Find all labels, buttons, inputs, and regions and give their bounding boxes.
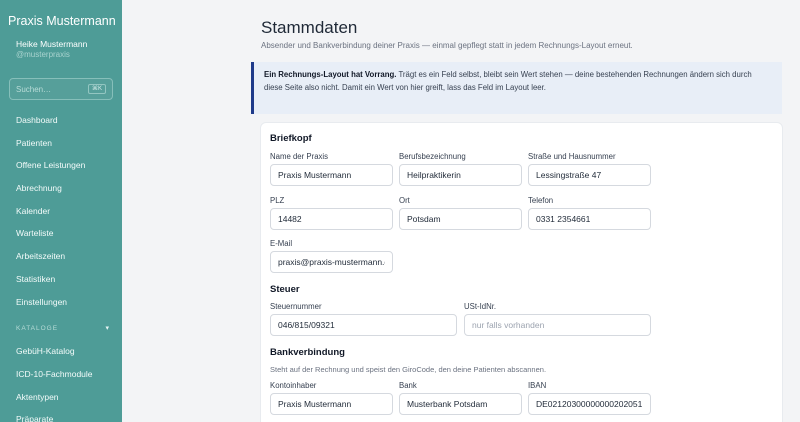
nav-item-patienten[interactable]: Patienten (16, 138, 52, 148)
label-telefon: Telefon (528, 196, 554, 205)
main-content: Stammdaten Absender und Bankverbindung d… (122, 0, 800, 422)
section-briefkopf-title: Briefkopf (270, 133, 312, 144)
page-title: Stammdaten (261, 18, 358, 37)
chevron-down-icon[interactable]: ▾ (105, 324, 110, 332)
label-praxis-name: Name der Praxis (270, 152, 329, 161)
section-steuer-title: Steuer (270, 284, 300, 295)
label-plz: PLZ (270, 196, 285, 205)
search-input[interactable] (16, 83, 86, 96)
input-iban[interactable] (528, 393, 651, 415)
input-ustid[interactable] (464, 314, 651, 336)
label-iban: IBAN (528, 381, 547, 390)
nav-item-offene-leistungen[interactable]: Offene Leistungen (16, 160, 85, 170)
nav-item-einstellungen[interactable]: Einstellungen (16, 297, 67, 307)
bank-help-text: Steht auf der Rechnung und speist den Gi… (270, 365, 547, 374)
nav-item-warteliste[interactable]: Warteliste (16, 228, 53, 238)
section-kataloge[interactable]: Kataloge ▾ (16, 325, 110, 332)
input-bank[interactable] (399, 393, 522, 415)
nav-item-kalender[interactable]: Kalender (16, 206, 50, 216)
input-berufsbezeichnung[interactable] (399, 164, 522, 186)
input-strasse[interactable] (528, 164, 651, 186)
page-subtitle: Absender und Bankverbindung deiner Praxi… (261, 41, 633, 50)
stammdaten-card: Briefkopf Name der Praxis Berufsbezeichn… (261, 123, 782, 422)
label-email: E-Mail (270, 239, 293, 248)
label-ustid: USt-IdNr. (464, 302, 497, 311)
user-handle: @musterpraxis (16, 50, 70, 59)
input-plz[interactable] (270, 208, 393, 230)
nav-item-icd10-fachmodule[interactable]: ICD-10-Fachmodule (16, 369, 93, 379)
sidebar: Praxis Mustermann Heike Mustermann @must… (0, 0, 122, 422)
nav-item-aktentypen[interactable]: Aktentypen (16, 392, 59, 402)
label-strasse: Straße und Hausnummer (528, 152, 616, 161)
brand-name: Praxis Mustermann (8, 14, 116, 28)
nav-item-gebueh-katalog[interactable]: GebüH-Katalog (16, 346, 75, 356)
user-name: Heike Mustermann (16, 39, 88, 49)
section-kataloge-label: Kataloge (16, 325, 59, 332)
notice-bold: Ein Rechnungs-Layout hat Vorrang. (264, 70, 397, 79)
input-email[interactable] (270, 251, 393, 273)
search-box[interactable]: ⌘K (9, 78, 113, 100)
input-kontoinhaber[interactable] (270, 393, 393, 415)
nav-item-dashboard[interactable]: Dashboard (16, 115, 58, 125)
label-bank: Bank (399, 381, 417, 390)
input-steuernummer[interactable] (270, 314, 457, 336)
notice-box: Ein Rechnungs-Layout hat Vorrang. Trägt … (251, 62, 782, 114)
nav-item-statistiken[interactable]: Statistiken (16, 274, 55, 284)
input-praxis-name[interactable] (270, 164, 393, 186)
label-berufsbezeichnung: Berufsbezeichnung (399, 152, 466, 161)
section-bank-title: Bankverbindung (270, 347, 345, 358)
label-steuernummer: Steuernummer (270, 302, 322, 311)
nav-item-abrechnung[interactable]: Abrechnung (16, 183, 62, 193)
search-shortcut: ⌘K (87, 84, 106, 94)
input-telefon[interactable] (528, 208, 651, 230)
label-kontoinhaber: Kontoinhaber (270, 381, 317, 390)
nav-item-praeparate[interactable]: Präparate (16, 414, 53, 422)
input-ort[interactable] (399, 208, 522, 230)
label-ort: Ort (399, 196, 410, 205)
nav-item-arbeitszeiten[interactable]: Arbeitszeiten (16, 251, 65, 261)
